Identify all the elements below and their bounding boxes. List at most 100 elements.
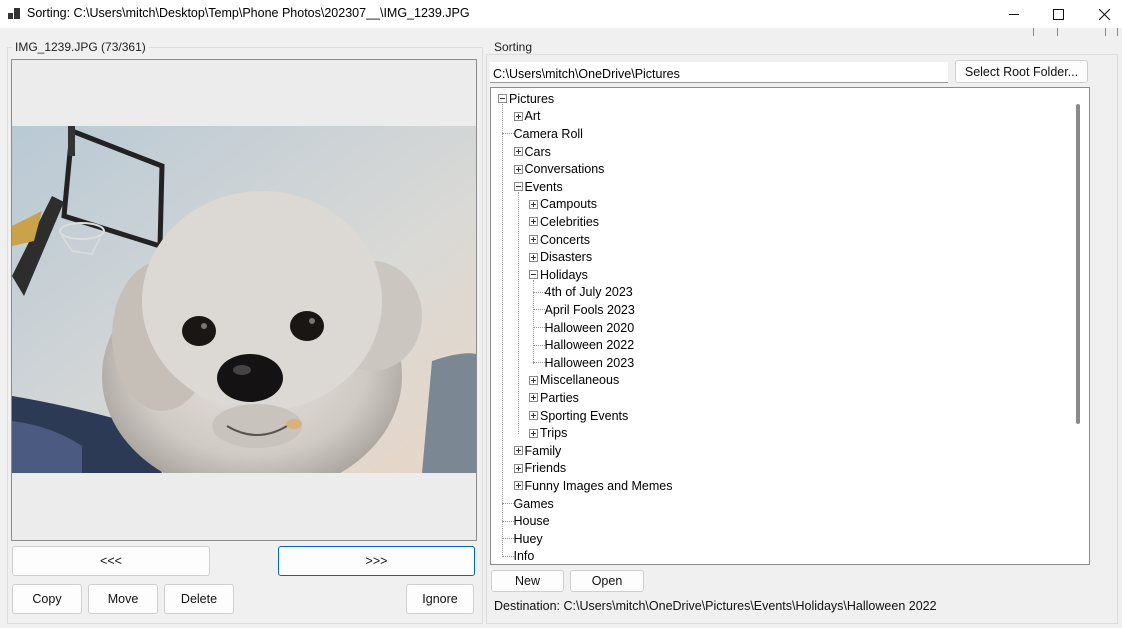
tree-node-label: Info bbox=[513, 549, 535, 564]
collapse-icon[interactable] bbox=[513, 182, 523, 192]
tree-connector bbox=[533, 344, 545, 346]
tree-node[interactable]: Friends bbox=[513, 460, 567, 478]
tree-node-label: Events bbox=[524, 179, 563, 194]
expand-icon[interactable] bbox=[513, 446, 523, 456]
expand-icon[interactable] bbox=[529, 235, 538, 245]
tree-node[interactable]: Campouts bbox=[529, 196, 597, 214]
tree-node-label: Family bbox=[524, 443, 562, 458]
tree-guide-line bbox=[502, 103, 503, 558]
tree-node[interactable]: Cars bbox=[513, 143, 551, 161]
next-button[interactable]: >>> bbox=[278, 546, 475, 576]
move-button[interactable]: Move bbox=[88, 584, 158, 614]
tree-node[interactable]: Disasters bbox=[529, 248, 592, 266]
tree-node[interactable]: Celebrities bbox=[529, 213, 599, 231]
tree-node[interactable]: House bbox=[502, 512, 550, 530]
tree-node-label: Campouts bbox=[540, 197, 597, 212]
tree-node[interactable]: Pictures bbox=[498, 90, 554, 108]
tree-scrollbar[interactable] bbox=[1076, 104, 1080, 424]
open-folder-button[interactable]: Open bbox=[570, 570, 644, 592]
expand-icon[interactable] bbox=[529, 411, 538, 421]
tree-node[interactable]: Camera Roll bbox=[502, 125, 583, 143]
tree-node-label: Huey bbox=[513, 531, 543, 546]
tree-node-label: Games bbox=[513, 496, 554, 511]
tree-connector bbox=[502, 133, 514, 135]
tree-node[interactable]: Info bbox=[502, 548, 535, 564]
tree-node-label: Cars bbox=[524, 144, 551, 159]
expand-icon[interactable] bbox=[529, 375, 538, 385]
folder-tree[interactable]: Pictures Art Camera Roll Cars Conversations E… bbox=[490, 87, 1090, 565]
tree-node[interactable]: Sporting Events bbox=[529, 407, 628, 425]
collapse-icon[interactable] bbox=[529, 270, 538, 280]
tree-node[interactable]: 4th of July 2023 bbox=[533, 284, 633, 302]
edge-tick bbox=[1033, 28, 1034, 36]
edge-tick bbox=[1057, 28, 1058, 36]
tree-node[interactable]: Concerts bbox=[529, 231, 590, 249]
tree-node[interactable]: Conversations bbox=[513, 160, 604, 178]
expand-icon[interactable] bbox=[529, 199, 538, 209]
image-group-label: IMG_1239.JPG (73/361) bbox=[12, 40, 149, 54]
tree-connector bbox=[533, 327, 545, 329]
tree-node[interactable]: Halloween 2022 bbox=[533, 336, 634, 354]
tree-node-label: Funny Images and Memes bbox=[524, 478, 673, 493]
tree-connector bbox=[502, 520, 514, 522]
tree-node-label: Halloween 2022 bbox=[544, 338, 635, 353]
tree-node[interactable]: Huey bbox=[502, 530, 543, 548]
tree-node[interactable]: Parties bbox=[529, 389, 579, 407]
expand-icon[interactable] bbox=[513, 164, 523, 174]
tree-node[interactable]: Halloween 2023 bbox=[533, 354, 634, 372]
tree-connector bbox=[533, 362, 545, 364]
tree-node[interactable]: Events bbox=[513, 178, 563, 196]
tree-connector bbox=[533, 291, 545, 293]
previous-button[interactable]: <<< bbox=[12, 546, 210, 576]
expand-icon[interactable] bbox=[513, 481, 523, 491]
tree-node-label: Sporting Events bbox=[540, 408, 629, 423]
tree-node[interactable]: Funny Images and Memes bbox=[513, 477, 673, 495]
expand-icon[interactable] bbox=[513, 147, 523, 157]
tree-node[interactable]: Art bbox=[513, 108, 540, 126]
image-viewer bbox=[11, 59, 477, 541]
expand-icon[interactable] bbox=[529, 252, 538, 262]
minimize-button[interactable] bbox=[991, 0, 1037, 28]
tree-guide-line bbox=[517, 191, 519, 434]
delete-button[interactable]: Delete bbox=[164, 584, 234, 614]
tree-node[interactable]: Halloween 2020 bbox=[533, 319, 634, 337]
tree-node-label: Holidays bbox=[540, 267, 588, 282]
tree-node-label: Disasters bbox=[540, 250, 593, 265]
tree-connector bbox=[533, 309, 545, 311]
tree-node-label: Miscellaneous bbox=[540, 373, 620, 388]
ignore-button[interactable]: Ignore bbox=[406, 584, 474, 614]
tree-node-label: Parties bbox=[540, 390, 579, 405]
tree-node-label: Halloween 2020 bbox=[544, 320, 635, 335]
new-folder-button[interactable]: New bbox=[491, 570, 564, 592]
tree-node-label: Halloween 2023 bbox=[544, 355, 635, 370]
minimize-icon bbox=[1009, 14, 1019, 15]
tree-node-label: 4th of July 2023 bbox=[544, 285, 633, 300]
tree-connector bbox=[502, 503, 514, 505]
close-button[interactable] bbox=[1081, 0, 1122, 28]
tree-node-label: April Fools 2023 bbox=[544, 302, 635, 317]
tree-node[interactable]: Holidays bbox=[529, 266, 588, 284]
sorting-group-label: Sorting bbox=[491, 40, 536, 54]
root-path-field[interactable] bbox=[490, 62, 948, 83]
expand-icon[interactable] bbox=[529, 217, 538, 227]
expand-icon[interactable] bbox=[513, 111, 523, 121]
tree-node-label: Friends bbox=[524, 461, 567, 476]
tree-node[interactable]: April Fools 2023 bbox=[533, 301, 635, 319]
select-root-folder-button[interactable]: Select Root Folder... bbox=[955, 60, 1088, 83]
maximize-button[interactable] bbox=[1035, 0, 1081, 28]
tree-node-label: Celebrities bbox=[540, 214, 600, 229]
tree-node-label: Pictures bbox=[509, 91, 555, 106]
tree-node[interactable]: Games bbox=[502, 495, 554, 513]
destination-label: Destination: C:\Users\mitch\OneDrive\Pic… bbox=[494, 599, 937, 613]
copy-button[interactable]: Copy bbox=[12, 584, 82, 614]
close-icon bbox=[1098, 8, 1110, 20]
expand-icon[interactable] bbox=[513, 463, 523, 473]
expand-icon[interactable] bbox=[529, 428, 538, 438]
collapse-icon[interactable] bbox=[498, 94, 507, 104]
tree-node[interactable]: Trips bbox=[529, 424, 567, 442]
tree-node[interactable]: Family bbox=[513, 442, 562, 460]
expand-icon[interactable] bbox=[529, 393, 538, 403]
tree-node-label: Camera Roll bbox=[513, 126, 583, 141]
window-title: Sorting: C:\Users\mitch\Desktop\Temp\Pho… bbox=[27, 6, 470, 20]
tree-node[interactable]: Miscellaneous bbox=[529, 372, 619, 390]
